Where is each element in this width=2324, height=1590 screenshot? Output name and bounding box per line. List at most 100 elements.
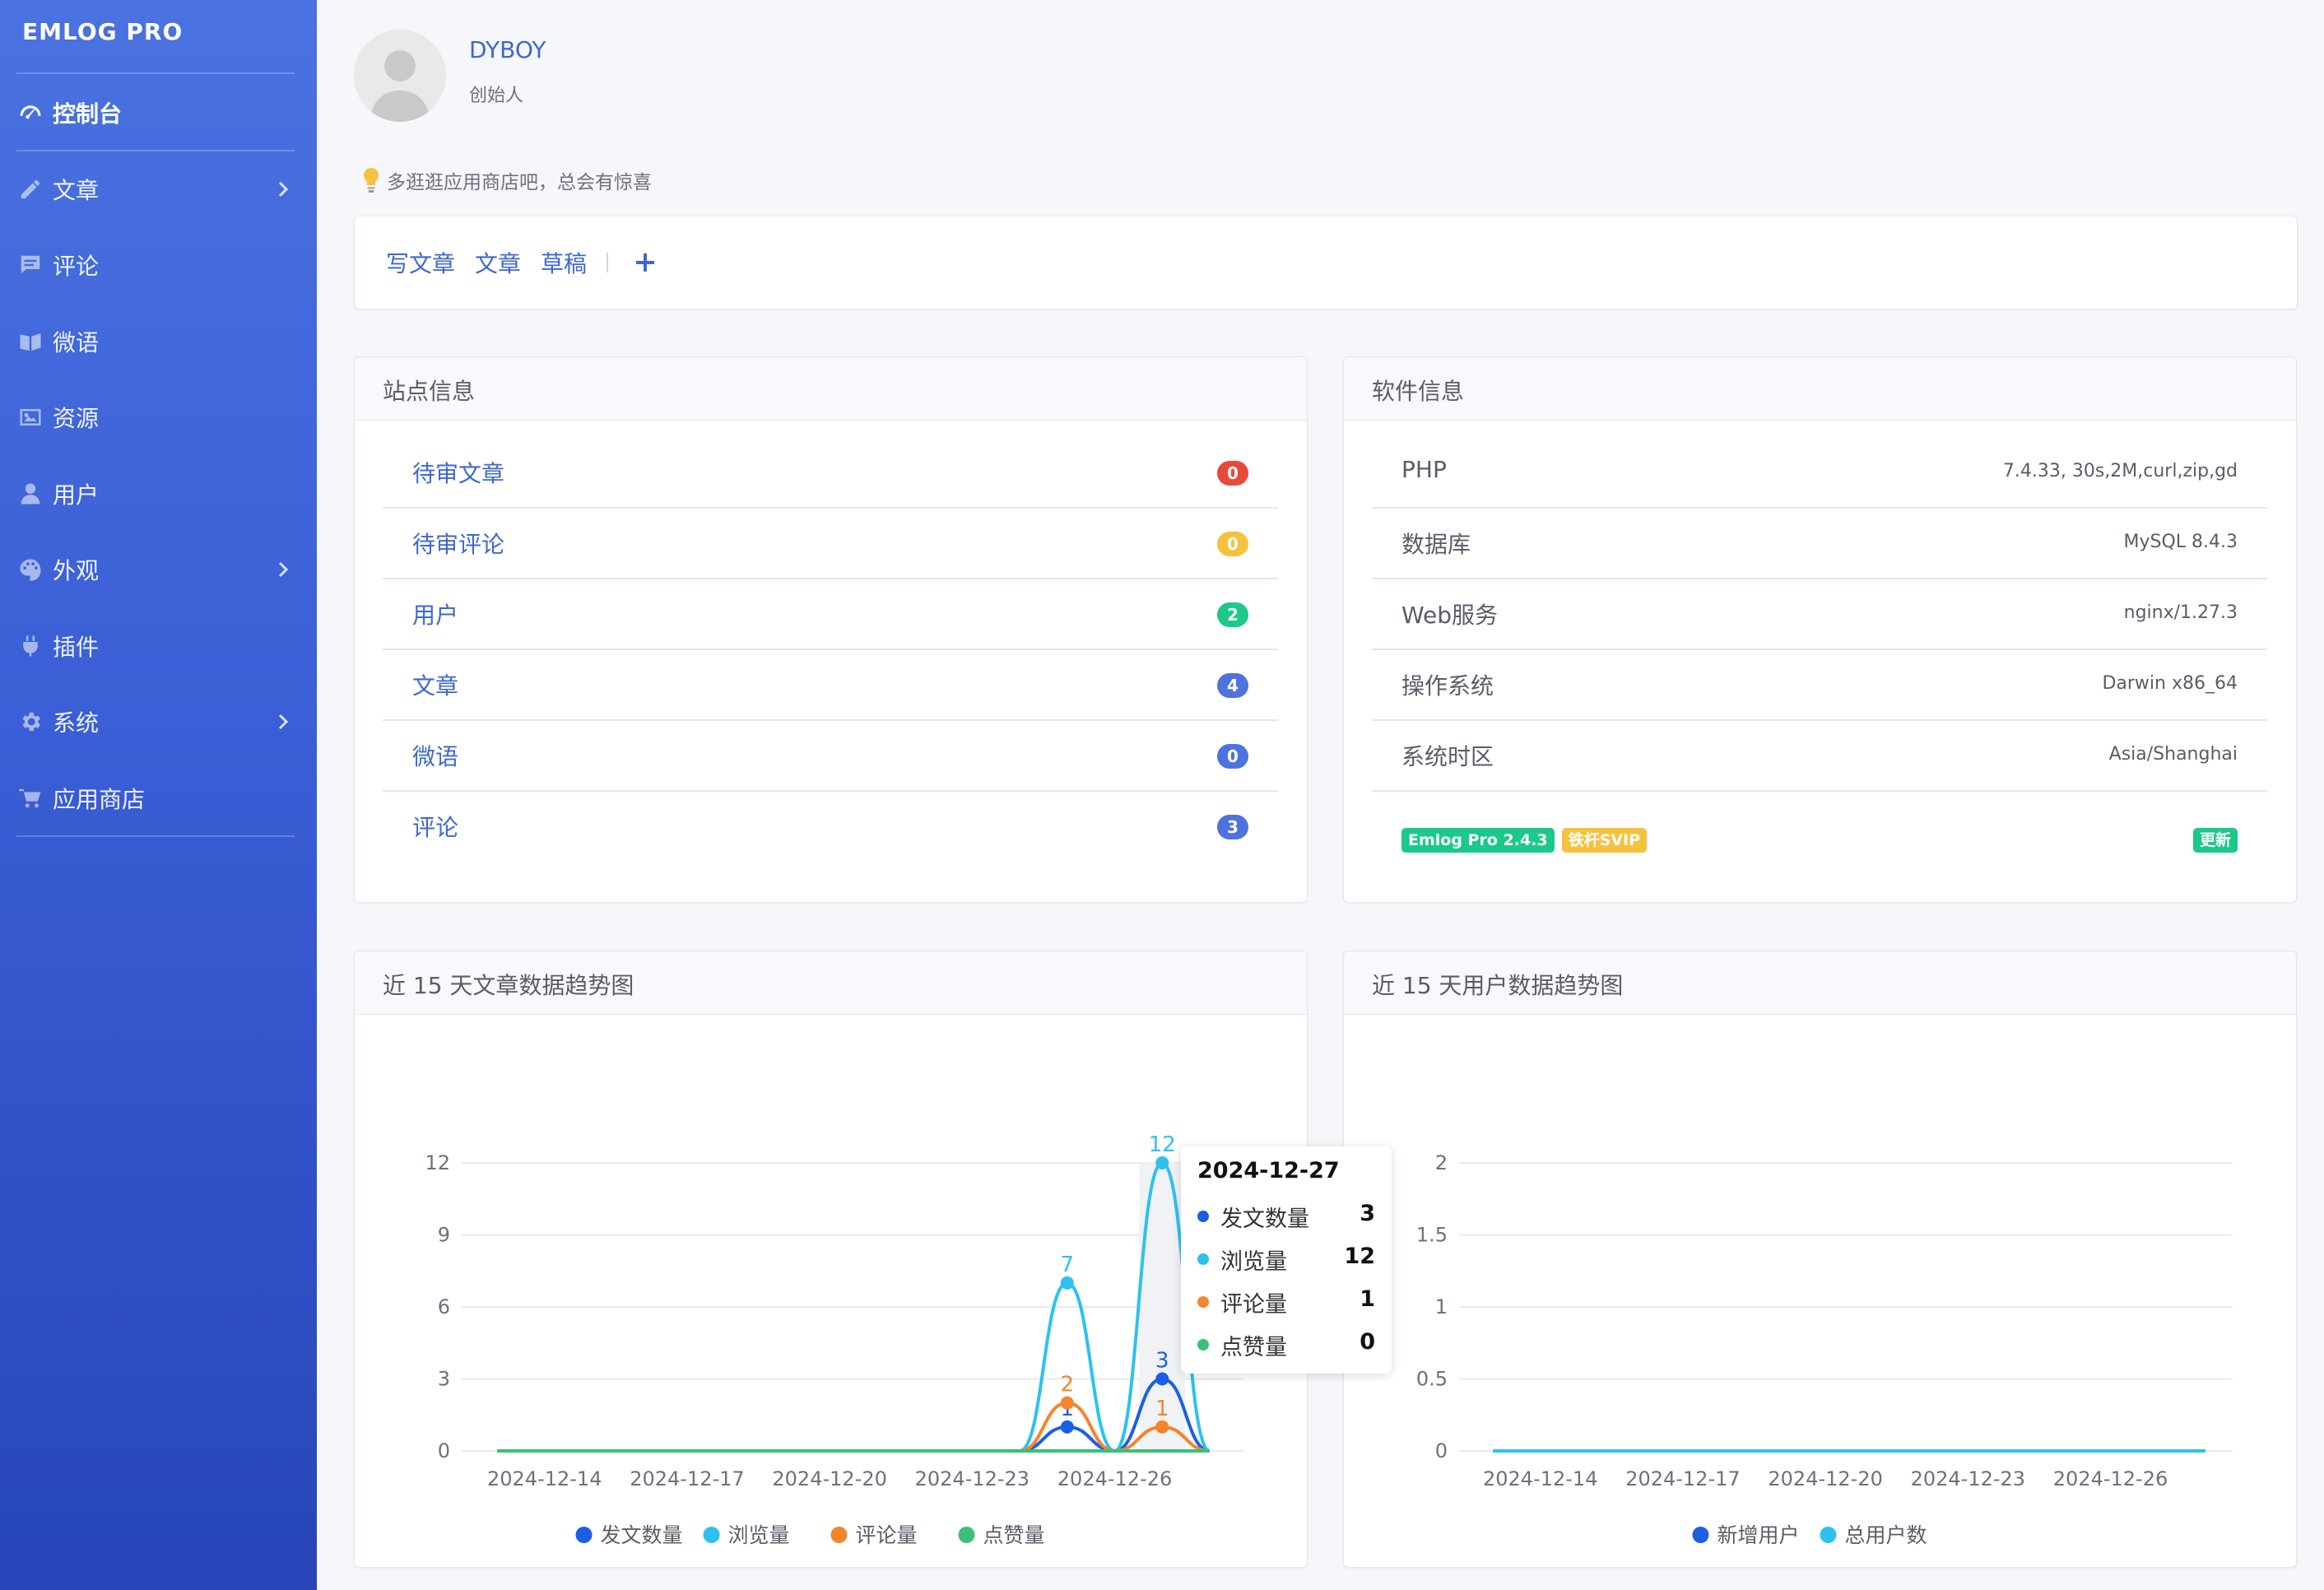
sidebar-item-label: 资源 [53,405,100,432]
gear-icon [16,708,44,736]
card-title: 近 15 天用户数据趋势图 [1372,972,1624,999]
quick-actions-card: 写文章 文章 草稿 [354,216,2298,309]
legend-label: 评论量 [856,1523,918,1547]
software-info-value: MySQL 8.4.3 [2123,532,2238,552]
legend-dot [1197,1339,1209,1351]
site-info-label[interactable]: 微语 [412,739,458,772]
data-point[interactable] [1155,1156,1169,1169]
drafts-link[interactable]: 草稿 [541,246,587,279]
sidebar-item-label: 文章 [53,177,100,204]
legend-dot [1197,1211,1209,1222]
legend-label: 浏览量 [728,1523,790,1547]
y-tick-label: 0.5 [1416,1368,1448,1391]
chevron-right-icon [274,559,292,580]
legend-dot [703,1527,720,1543]
article-trend-chart[interactable]: 0369122024-12-14 2024-12-17 2024-12-20 2024… [355,1016,1307,1567]
sidebar-item-notes[interactable]: 微语 [0,313,317,370]
software-info-row: 操作系统 Darwin x86_64 [1372,649,2267,721]
sidebar-item-plugins[interactable]: 插件 [0,617,317,675]
tooltip-series-name: 浏览量 [1220,1249,1287,1275]
sidebar-item-system[interactable]: 系统 [0,693,317,751]
data-point[interactable] [1155,1420,1169,1434]
update-button[interactable]: 更新 [2192,828,2238,853]
version-badge: Emlog Pro 2.4.3 [1401,828,1555,853]
site-info-row[interactable]: 微语 0 [383,719,1278,792]
brand-logo[interactable]: EMLOG PRO [22,18,183,45]
sidebar-item-label: 用户 [53,481,100,509]
legend-label: 点赞量 [983,1523,1045,1547]
data-label: 7 [1061,1253,1075,1277]
legend-item[interactable]: 评论量 [830,1523,918,1547]
sidebar-item-appearance[interactable]: 外观 [0,541,317,598]
legend-dot [575,1527,593,1543]
card-header: 近 15 天用户数据趋势图 [1344,951,2296,1015]
sidebar-divider [16,72,295,74]
y-tick-label: 9 [438,1224,450,1247]
legend-dot [958,1527,975,1543]
data-label: 2 [1061,1373,1075,1397]
sidebar-item-comments[interactable]: 评论 [0,236,317,294]
user-name[interactable]: DYBOY [469,36,546,63]
lightbulb-icon [363,167,379,193]
avatar[interactable] [354,30,446,122]
legend-item[interactable]: 浏览量 [703,1523,790,1547]
pencil-icon [16,175,44,203]
site-info-row[interactable]: 文章 4 [383,649,1278,721]
card-header: 近 15 天文章数据趋势图 [355,951,1307,1015]
data-point[interactable] [1060,1420,1074,1434]
x-tick-label: 2024-12-23 [1911,1467,2025,1490]
site-info-card: 站点信息 待审文章 0 待审评论 0 用户 2 文章 4 微语 0 评论 3 [354,356,1308,903]
separator [607,253,609,272]
legend-dot [830,1527,848,1543]
legend-item[interactable]: 总用户数 [1820,1523,1927,1547]
site-info-row[interactable]: 用户 2 [383,578,1278,650]
site-info-label[interactable]: 待审文章 [412,456,504,489]
software-info-value: Darwin x86_64 [2102,673,2238,694]
sidebar-item-articles[interactable]: 文章 [0,160,317,218]
software-info-label: PHP [1401,456,1447,483]
data-point[interactable] [1060,1396,1074,1410]
y-tick-label: 0 [1435,1439,1448,1462]
sidebar-item-users[interactable]: 用户 [0,465,317,523]
legend-dot [1692,1527,1709,1543]
card-title: 软件信息 [1372,378,1465,405]
x-tick-label: 2024-12-26 [1057,1467,1172,1490]
sidebar-item-resources[interactable]: 资源 [0,388,317,446]
tooltip-series-value: 0 [1360,1329,1375,1355]
tip-banner: 多逛逛应用商店吧，总会有惊喜 [360,166,652,194]
legend-item[interactable]: 点赞量 [958,1523,1045,1547]
sidebar-item-label: 应用商店 [53,786,146,813]
user-trend-chart[interactable]: 0 0.5 1 1.5 2 2024-12-14 2024-12-17 2024-12-20 2… [1344,1016,2296,1567]
legend-item[interactable]: 新增用户 [1692,1523,1800,1547]
software-info-row: Web服务 nginx/1.27.3 [1372,578,2267,650]
site-info-label[interactable]: 待审评论 [412,527,504,560]
software-info-card: 软件信息 PHP 7.4.33, 30s,2M,curl,zip,gd 数据库 MyS… [1343,356,2297,903]
x-tick-label: 2024-12-20 [1768,1467,1882,1490]
avatar-placeholder-icon [354,30,446,122]
tooltip-series-value: 3 [1360,1201,1375,1226]
sidebar-item-app-store[interactable]: 应用商店 [0,769,317,827]
site-info-row[interactable]: 待审文章 0 [383,436,1278,509]
data-point[interactable] [1155,1372,1169,1386]
x-tick-label: 2024-12-14 [487,1467,602,1490]
legend-dot [1197,1296,1209,1308]
data-label: 12 [1149,1132,1176,1157]
count-badge: 0 [1217,744,1248,769]
plus-icon[interactable] [633,250,658,275]
sidebar-item-dashboard[interactable]: 控制台 [0,84,317,142]
site-info-label[interactable]: 文章 [412,668,458,701]
legend-item[interactable]: 发文数量 [575,1523,683,1547]
site-info-label[interactable]: 用户 [412,597,458,630]
count-badge: 2 [1217,602,1248,627]
sidebar-divider [16,835,295,837]
site-info-row[interactable]: 待审评论 0 [383,507,1278,579]
data-point[interactable] [1060,1276,1074,1290]
count-badge: 0 [1217,532,1248,556]
articles-link[interactable]: 文章 [475,246,521,279]
tooltip-series-value: 1 [1360,1286,1375,1312]
write-article-link[interactable]: 写文章 [386,246,455,279]
software-info-value: 7.4.33, 30s,2M,curl,zip,gd [2002,461,2238,481]
tooltip-date: 2024-12-27 [1197,1158,1340,1183]
site-info-row[interactable]: 评论 3 [383,790,1278,861]
site-info-label[interactable]: 评论 [412,810,458,843]
